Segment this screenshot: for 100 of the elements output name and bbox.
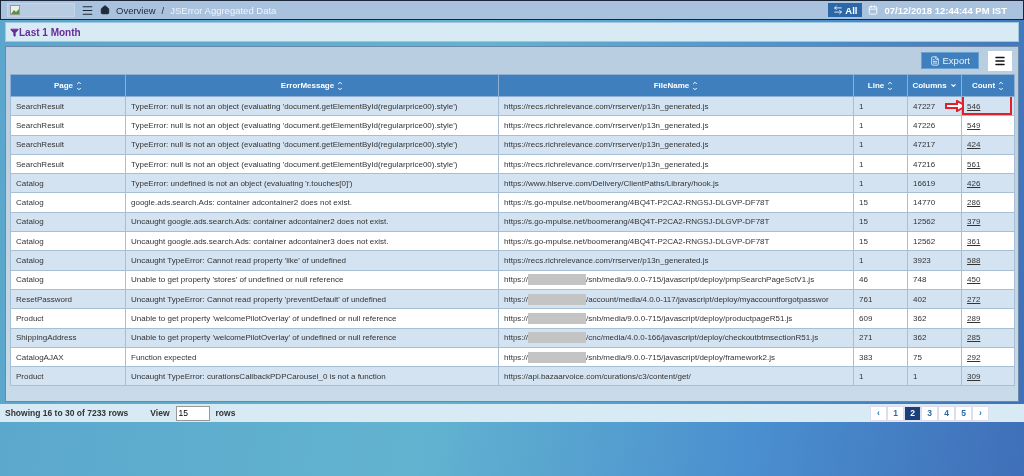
table-cell: 748 <box>913 275 927 285</box>
document-icon <box>929 55 940 66</box>
page-button[interactable]: 2 <box>904 405 921 421</box>
table-cell: 609 <box>859 313 873 323</box>
menu-icon[interactable] <box>81 3 94 17</box>
file-path-text: /snb/media/9.0.0-715/javascript/deploy/productpageR51.js <box>586 313 793 323</box>
table-cell: Function expected <box>131 352 197 362</box>
table-cell: 1 <box>859 256 864 265</box>
page-button[interactable]: 1 <box>887 405 904 421</box>
table-cell: TypeError: null is not an object (evaluating 'document.getElementById(regularprice00).style') <box>131 101 458 111</box>
file-url-text: https://s.go-mpulse.net/boomerang/4BQ4T-P2CA2-RNGSJ-DLGVP-DF78T <box>504 217 770 227</box>
column-header[interactable]: Columns <box>907 74 962 97</box>
table-cell: 1 <box>859 159 864 169</box>
count-link[interactable]: 292 <box>967 352 981 362</box>
page-button[interactable]: 4 <box>938 405 955 421</box>
count-link[interactable]: 361 <box>967 236 981 246</box>
view-label: View <box>150 408 170 418</box>
table-cell: SearchResult <box>16 140 65 150</box>
count-link[interactable]: 561 <box>967 159 981 169</box>
export-button[interactable]: Export <box>920 52 979 69</box>
sort-icon[interactable] <box>337 79 344 92</box>
count-link[interactable]: 379 <box>967 217 981 227</box>
table-cell: TypeError: null is not an object (evaluating 'document.getElementById(regularprice00).style') <box>131 159 458 169</box>
home-icon[interactable] <box>100 5 110 15</box>
columns-menu-button[interactable] <box>988 50 1012 71</box>
column-header[interactable]: Count <box>961 74 1015 97</box>
table-cell: Uncaught google.ads.search.Ads: container adcontainer3 does not exist. <box>131 236 389 246</box>
count-link[interactable]: 450 <box>967 275 981 285</box>
count-link[interactable]: 424 <box>967 140 981 150</box>
file-path-text: /account/media/4.0.0-117/javascript/deploy/myaccountforgotpasswor <box>586 294 829 304</box>
table-cell: Catalog <box>16 178 44 188</box>
previous-page-button[interactable]: ‹ <box>870 405 887 421</box>
table-cell: 15 <box>859 198 868 208</box>
page-button[interactable]: 5 <box>955 405 972 421</box>
table-cell: SearchResult <box>16 120 65 130</box>
page-size-field[interactable]: 15 <box>175 405 210 421</box>
file-url-text: https://s.go-mpulse.net/boomerang/4BQ4T-P2CA2-RNGSJ-DLGVP-DF78T <box>504 198 770 208</box>
sort-icon[interactable] <box>998 79 1005 92</box>
table-cell: 1 <box>859 178 864 188</box>
table-cell: Unable to get property 'welcomePilotOverlay' of undefined or null reference <box>131 313 397 323</box>
table-cell: TypeError: null is not an object (evaluating 'document.getElementById(regularprice00).style') <box>131 120 458 130</box>
table-cell: 1 <box>859 371 864 381</box>
table-cell: Catalog <box>16 217 44 227</box>
breadcrumb-link[interactable]: Overview <box>116 4 156 16</box>
file-url-text: https:// <box>504 294 528 304</box>
broken-image-icon <box>10 5 20 15</box>
sort-icon[interactable] <box>76 79 83 92</box>
count-link[interactable]: 588 <box>967 256 981 265</box>
page-title: JSError Aggregated Data <box>170 4 277 16</box>
table-cell: 1 <box>859 140 864 150</box>
file-path-text: /cnc/media/4.0.0-166/javascript/deploy/checkoutbtmsectionR51.js <box>586 332 819 342</box>
table-cell: Catalog <box>16 198 44 208</box>
file-url-text: https://www.hlserve.com/Delivery/ClientPaths/Library/hook.js <box>504 178 719 188</box>
table-cell: TypeError: null is not an object (evaluating 'document.getElementById(regularprice00).style') <box>131 140 458 150</box>
column-header[interactable]: FileName <box>498 74 854 97</box>
table-cell: 75 <box>913 352 922 362</box>
table-cell: SearchResult <box>16 159 65 169</box>
table-cell: 383 <box>859 352 873 362</box>
sort-descending-icon[interactable] <box>949 82 957 90</box>
count-link[interactable]: 272 <box>967 294 981 304</box>
file-url-text: https://recs.richrelevance.com/rrserver/p13n_generated.js <box>504 256 709 265</box>
table-cell: Uncaught TypeError: curationsCallbackPDPCarousel_0 is not a function <box>131 371 386 381</box>
sort-icon[interactable] <box>692 79 699 92</box>
table-cell: ResetPassword <box>16 294 73 304</box>
filter-icon <box>10 27 19 37</box>
rows-label: rows <box>215 408 236 418</box>
table-cell: Catalog <box>16 256 44 265</box>
column-header[interactable]: ErrorMessage <box>125 74 499 97</box>
count-link[interactable]: 546 <box>967 101 981 111</box>
column-header[interactable]: Page <box>10 74 126 97</box>
table-cell: Catalog <box>16 275 44 285</box>
file-url-text: https://recs.richrelevance.com/rrserver/p13n_generated.js <box>504 120 709 130</box>
count-link[interactable]: 549 <box>967 120 981 130</box>
count-link[interactable]: 285 <box>967 333 981 343</box>
table-cell: ShippingAddress <box>16 333 77 343</box>
table-cell: Uncaught TypeError: Cannot read property 'like' of undefined <box>131 256 347 265</box>
count-link[interactable]: 286 <box>967 198 981 208</box>
row-range-text: Showing 16 to 30 of 7233 rows <box>5 408 129 418</box>
table-cell: 1 <box>859 120 864 130</box>
table-cell: 47216 <box>913 159 936 169</box>
count-link[interactable]: 309 <box>967 371 981 381</box>
table-cell: 47217 <box>913 140 936 150</box>
file-url-text: https:// <box>504 274 528 284</box>
table-cell: google.ads.search.Ads: container adcontainer2 does not exist. <box>131 198 353 208</box>
datetime-text: 07/12/2018 12:44:44 PM IST <box>884 4 1007 16</box>
table-cell: 362 <box>913 313 927 323</box>
scope-button[interactable]: All <box>828 3 863 17</box>
page-button[interactable]: 3 <box>921 405 938 421</box>
date-filter[interactable]: Last 1 Month <box>19 26 81 38</box>
table-cell: 761 <box>859 294 873 304</box>
count-link[interactable]: 289 <box>967 313 981 323</box>
table-cell: Catalog <box>16 236 44 246</box>
table-cell: Product <box>16 371 44 381</box>
next-page-button[interactable]: › <box>972 405 989 421</box>
table-cell: 12562 <box>913 217 936 227</box>
table-cell: 46 <box>859 275 868 285</box>
table-cell: 15 <box>859 236 868 246</box>
count-link[interactable]: 426 <box>967 178 981 188</box>
sort-icon[interactable] <box>887 79 894 92</box>
column-header[interactable]: Line <box>853 74 908 97</box>
